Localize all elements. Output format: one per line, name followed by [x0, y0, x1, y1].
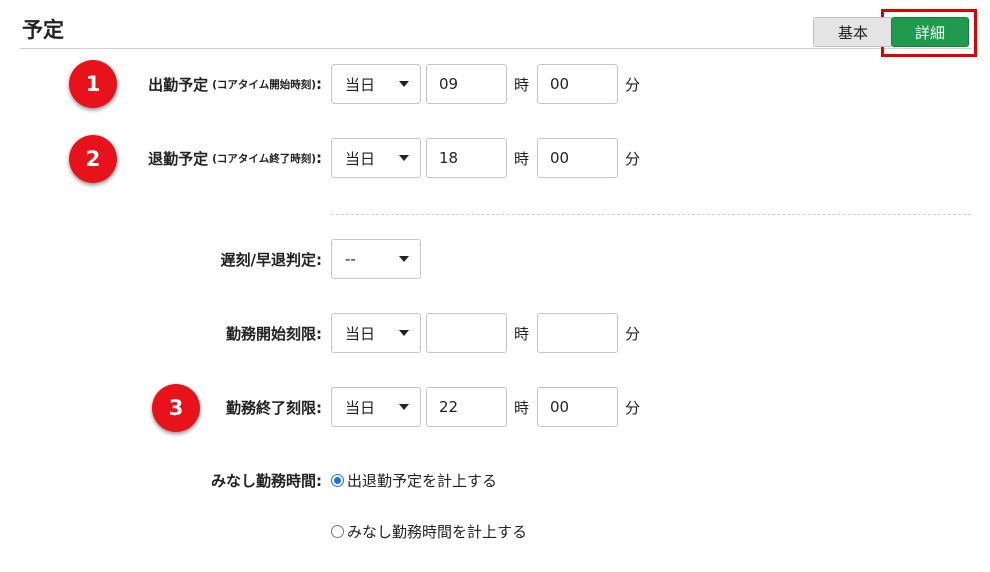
radio-selected-icon[interactable]: [331, 473, 344, 487]
page-title: 予定: [22, 18, 64, 42]
minute-unit-label: 分: [625, 398, 641, 417]
end-schedule-label: 退勤予定 (コアタイム終了時刻) :: [148, 138, 322, 178]
minute-unit-label: 分: [625, 75, 641, 94]
work-start-limit-row: 勤務開始刻限: 当日 時 分: [0, 313, 990, 353]
minute-unit-label: 分: [625, 324, 641, 343]
start-day-value: 当日: [345, 75, 376, 94]
hour-unit-label: 時: [514, 149, 530, 168]
end-schedule-label-note: (コアタイム終了時刻): [212, 152, 316, 165]
deemed-option-schedule-label: 出退勤予定を計上する: [347, 471, 498, 490]
hour-unit-label: 時: [514, 398, 530, 417]
deemed-option-schedule[interactable]: 出退勤予定を計上する: [331, 468, 497, 492]
chevron-down-icon: [399, 404, 409, 410]
work-start-day-value: 当日: [345, 324, 376, 343]
end-schedule-label-colon: :: [316, 149, 322, 167]
start-schedule-label-text: 出勤予定: [148, 75, 209, 94]
start-schedule-label: 出勤予定 (コアタイム開始時刻) :: [148, 64, 322, 104]
end-minute-input[interactable]: 00: [537, 138, 618, 178]
work-end-limit-row: 勤務終了刻限: 当日 22 時 00 分: [0, 387, 990, 427]
end-schedule-label-text: 退勤予定: [148, 149, 209, 168]
end-hour-input[interactable]: 18: [426, 138, 507, 178]
minute-unit-label: 分: [625, 149, 641, 168]
chevron-down-icon: [399, 256, 409, 262]
work-end-day-select[interactable]: 当日: [331, 387, 421, 427]
section-divider: [331, 214, 971, 215]
hour-unit-label: 時: [514, 324, 530, 343]
deemed-option-deemed-label: みなし勤務時間を計上する: [347, 522, 528, 541]
chevron-down-icon: [399, 330, 409, 336]
end-day-value: 当日: [345, 149, 376, 168]
late-early-label: 遅刻/早退判定:: [220, 250, 322, 269]
work-start-limit-label: 勤務開始刻限:: [226, 324, 322, 343]
basic-mode-button[interactable]: 基本: [813, 17, 893, 47]
start-hour-input[interactable]: 09: [426, 64, 507, 104]
deemed-option-deemed[interactable]: みなし勤務時間を計上する: [331, 519, 527, 543]
start-schedule-label-colon: :: [316, 75, 322, 93]
start-day-select[interactable]: 当日: [331, 64, 421, 104]
work-start-day-select[interactable]: 当日: [331, 313, 421, 353]
late-early-value: --: [345, 250, 356, 268]
work-end-day-value: 当日: [345, 398, 376, 417]
chevron-down-icon: [399, 81, 409, 87]
deemed-hours-label: みなし勤務時間:: [211, 471, 322, 490]
end-day-select[interactable]: 当日: [331, 138, 421, 178]
start-schedule-label-note: (コアタイム開始時刻): [212, 78, 316, 91]
title-divider: [20, 48, 972, 49]
late-early-select[interactable]: --: [331, 239, 421, 279]
chevron-down-icon: [399, 155, 409, 161]
work-start-minute-input[interactable]: [537, 313, 618, 353]
end-schedule-row: 退勤予定 (コアタイム終了時刻) : 当日 18 時 00 分: [0, 138, 990, 178]
hour-unit-label: 時: [514, 75, 530, 94]
work-end-minute-input[interactable]: 00: [537, 387, 618, 427]
work-start-hour-input[interactable]: [426, 313, 507, 353]
work-end-hour-input[interactable]: 22: [426, 387, 507, 427]
start-minute-input[interactable]: 00: [537, 64, 618, 104]
detail-mode-button[interactable]: 詳細: [891, 17, 969, 47]
start-schedule-row: 出勤予定 (コアタイム開始時刻) : 当日 09 時 00 分: [0, 64, 990, 104]
work-end-limit-label: 勤務終了刻限:: [226, 398, 322, 417]
late-early-row: 遅刻/早退判定: --: [0, 239, 990, 279]
radio-unselected-icon[interactable]: [331, 524, 344, 538]
